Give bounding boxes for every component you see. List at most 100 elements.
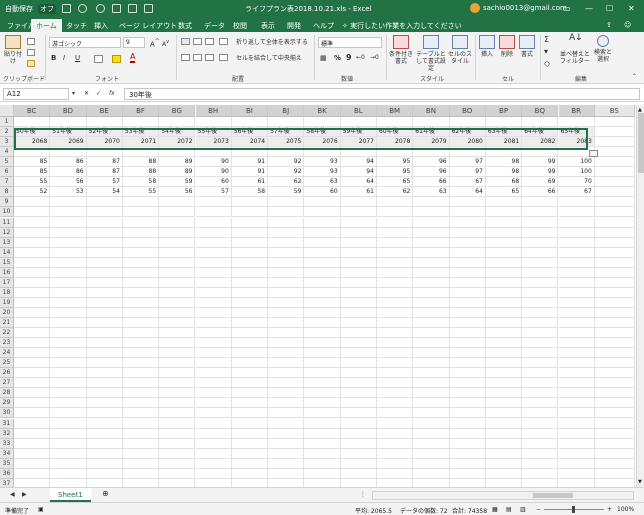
cell-bl8[interactable]: 61 — [340, 187, 377, 198]
cell-bs34[interactable] — [594, 448, 635, 459]
cell-bd9[interactable] — [50, 197, 87, 208]
scroll-down-icon[interactable]: ▼ — [638, 479, 642, 485]
cell-bh32[interactable] — [195, 428, 232, 439]
cell-bi8[interactable]: 58 — [231, 187, 269, 198]
tab-touch[interactable]: タッチ — [66, 19, 87, 32]
cell-bh10[interactable] — [195, 207, 232, 218]
cell-bs9[interactable] — [594, 197, 635, 208]
cell-bl33[interactable] — [340, 438, 377, 449]
cell-bj35[interactable] — [268, 458, 305, 469]
cell-bq27[interactable] — [522, 378, 559, 389]
cell-bp10[interactable] — [485, 207, 523, 218]
cell-bh17[interactable] — [195, 277, 232, 288]
cell-be24[interactable] — [86, 348, 123, 359]
cell-be16[interactable] — [86, 267, 123, 278]
quick-analysis-icon[interactable] — [589, 150, 598, 157]
cell-bi7[interactable]: 61 — [231, 177, 269, 188]
column-header-bp[interactable]: BP — [485, 105, 523, 117]
cell-bg33[interactable] — [159, 438, 196, 449]
cell-bn10[interactable] — [413, 207, 450, 218]
cell-bk29[interactable] — [304, 398, 341, 409]
cell-bk14[interactable] — [304, 247, 341, 258]
cell-bf30[interactable] — [122, 408, 160, 419]
cell-bn25[interactable] — [413, 358, 450, 369]
cell-bg16[interactable] — [159, 267, 196, 278]
cell-be14[interactable] — [86, 247, 123, 258]
cell-bn27[interactable] — [413, 378, 450, 389]
cell-bs12[interactable] — [594, 227, 635, 238]
cell-bl22[interactable] — [340, 328, 377, 339]
cell-bk30[interactable] — [304, 408, 341, 419]
cell-bl24[interactable] — [340, 348, 377, 359]
cell-bs30[interactable] — [594, 408, 635, 419]
column-header-bi[interactable]: BI — [231, 105, 269, 117]
cell-bg5[interactable]: 89 — [159, 157, 196, 168]
cell-bp32[interactable] — [485, 428, 523, 439]
cell-bk31[interactable] — [304, 418, 341, 429]
cell-bk6[interactable]: 93 — [304, 167, 341, 178]
cell-bl31[interactable] — [340, 418, 377, 429]
cell-bs22[interactable] — [594, 328, 635, 339]
cell-bp17[interactable] — [485, 277, 523, 288]
cell-bi28[interactable] — [231, 388, 269, 399]
cell-br9[interactable] — [558, 197, 595, 208]
autosave-toggle[interactable]: オフ — [38, 4, 56, 14]
cell-bl6[interactable]: 94 — [340, 167, 377, 178]
row-header-36[interactable]: 36 — [0, 468, 14, 479]
cell-bh28[interactable] — [195, 388, 232, 399]
cell-bq17[interactable] — [522, 277, 559, 288]
cell-bs13[interactable] — [594, 237, 635, 248]
indent-icon[interactable] — [219, 54, 228, 61]
row-header-32[interactable]: 32 — [0, 428, 14, 439]
cell-bq19[interactable] — [522, 297, 559, 308]
cell-bo14[interactable] — [449, 247, 486, 258]
cell-bo16[interactable] — [449, 267, 486, 278]
cell-bp1[interactable] — [485, 117, 523, 128]
cell-bi20[interactable] — [231, 307, 269, 318]
cell-bi36[interactable] — [231, 468, 269, 479]
cell-bo6[interactable]: 97 — [449, 167, 486, 178]
underline-button[interactable]: U — [75, 54, 80, 62]
row-header-33[interactable]: 33 — [0, 438, 14, 449]
cell-bl14[interactable] — [340, 247, 377, 258]
align-bottom-icon[interactable] — [205, 38, 214, 45]
cell-bc13[interactable] — [14, 237, 51, 248]
cell-bl17[interactable] — [340, 277, 377, 288]
cell-bs19[interactable] — [594, 297, 635, 308]
tab-data[interactable]: データ — [204, 19, 225, 32]
percent-icon[interactable]: % — [334, 54, 341, 62]
decrease-font-icon[interactable]: Av — [162, 38, 169, 49]
cell-bf28[interactable] — [122, 388, 160, 399]
minimize-icon[interactable]: — — [585, 4, 593, 13]
cell-be32[interactable] — [86, 428, 123, 439]
cell-bm21[interactable] — [377, 318, 414, 329]
cell-bm36[interactable] — [377, 468, 414, 479]
normal-view-icon[interactable]: ▦ — [492, 506, 498, 513]
cell-br22[interactable] — [558, 328, 595, 339]
cell-bp6[interactable]: 98 — [485, 167, 523, 178]
redo-icon[interactable] — [96, 4, 105, 13]
cell-bl7[interactable]: 64 — [340, 177, 377, 188]
cell-bo33[interactable] — [449, 438, 486, 449]
tab-split-icon[interactable]: ⋮ — [360, 491, 366, 499]
cell-bg7[interactable]: 59 — [159, 177, 196, 188]
cell-bs20[interactable] — [594, 307, 635, 318]
cell-bs27[interactable] — [594, 378, 635, 389]
cell-bo7[interactable]: 67 — [449, 177, 486, 188]
cell-bj34[interactable] — [268, 448, 305, 459]
cell-bs18[interactable] — [594, 287, 635, 298]
cell-bh25[interactable] — [195, 358, 232, 369]
paste-button[interactable]: 貼り付け — [3, 35, 23, 65]
cell-bh8[interactable]: 57 — [195, 187, 232, 198]
cell-bn22[interactable] — [413, 328, 450, 339]
cell-bg32[interactable] — [159, 428, 196, 439]
cell-bj11[interactable] — [268, 217, 305, 228]
cell-bk8[interactable]: 60 — [304, 187, 341, 198]
cell-bp8[interactable]: 65 — [485, 187, 523, 198]
cell-bc33[interactable] — [14, 438, 51, 449]
cell-bf7[interactable]: 58 — [122, 177, 160, 188]
cell-br6[interactable]: 100 — [558, 167, 595, 178]
cell-bm29[interactable] — [377, 398, 414, 409]
row-header-28[interactable]: 28 — [0, 388, 14, 399]
cell-br16[interactable] — [558, 267, 595, 278]
